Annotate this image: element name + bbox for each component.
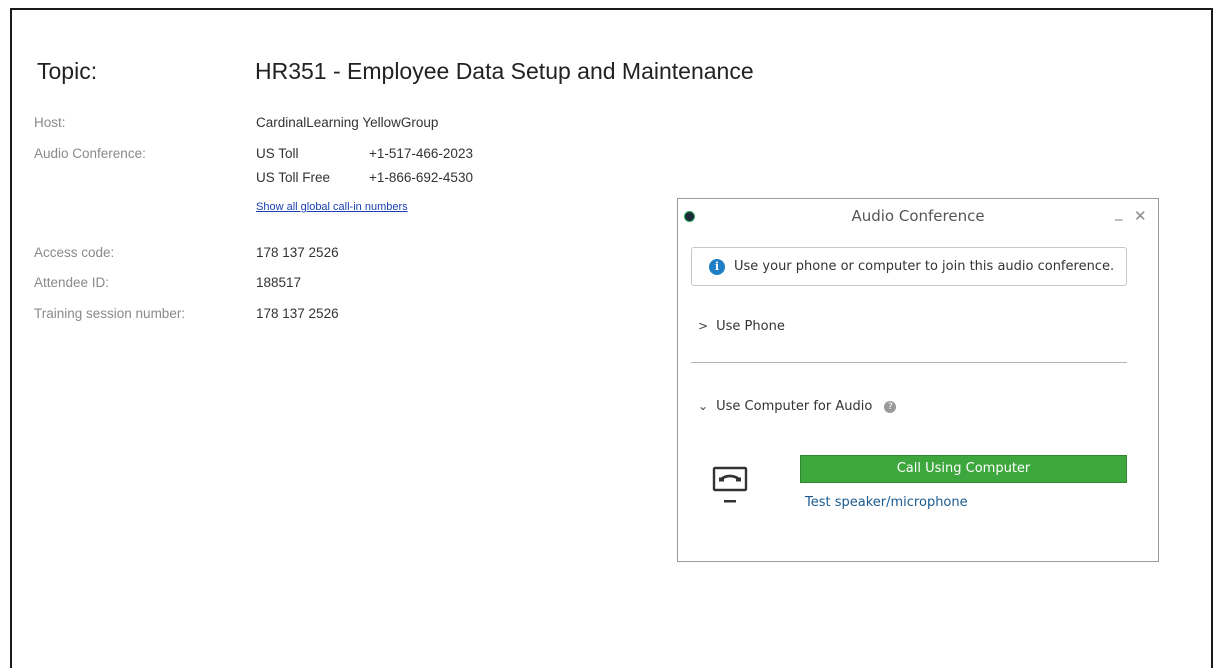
- info-icon: i: [709, 259, 725, 275]
- session-number-value: 178 137 2526: [256, 306, 339, 321]
- attendee-id-label: Attendee ID:: [34, 275, 110, 290]
- dialog-title: Audio Conference: [851, 207, 985, 225]
- call-using-computer-button[interactable]: Call Using Computer: [800, 455, 1127, 483]
- info-text: Use your phone or computer to join this …: [734, 259, 1115, 274]
- info-banner: i Use your phone or computer to join thi…: [691, 247, 1127, 286]
- topic-label: Topic:: [37, 58, 98, 84]
- dialog-titlebar[interactable]: Audio Conference _ ✕: [678, 199, 1158, 235]
- chevron-down-icon: ⌄: [698, 399, 709, 413]
- close-button[interactable]: ✕: [1134, 207, 1147, 225]
- computer-phone-icon: [712, 466, 748, 503]
- global-call-in-link[interactable]: Show all global call-in numbers: [256, 201, 408, 213]
- chevron-right-icon: >: [698, 319, 709, 333]
- use-phone-toggle[interactable]: > Use Phone: [698, 319, 785, 334]
- topic-title: HR351 - Employee Data Setup and Maintena…: [255, 58, 754, 84]
- us-toll-free-number: +1-866-692-4530: [369, 170, 473, 185]
- audio-conference-dialog: Audio Conference _ ✕ i Use your phone or…: [677, 198, 1159, 562]
- attendee-id-value: 188517: [256, 275, 302, 290]
- host-label: Host:: [34, 115, 66, 130]
- test-speaker-microphone-link[interactable]: Test speaker/microphone: [805, 495, 968, 510]
- us-toll-label: US Toll: [256, 146, 299, 161]
- us-toll-number: +1-517-466-2023: [369, 146, 473, 161]
- access-code-value: 178 137 2526: [256, 245, 339, 260]
- us-toll-free-label: US Toll Free: [256, 170, 331, 185]
- host-value: CardinalLearning YellowGroup: [256, 115, 439, 130]
- audio-conference-label: Audio Conference:: [34, 146, 146, 161]
- session-number-label: Training session number:: [34, 306, 186, 321]
- divider: [691, 362, 1127, 363]
- access-code-label: Access code:: [34, 245, 115, 260]
- use-computer-label: Use Computer for Audio: [716, 399, 873, 414]
- use-computer-toggle[interactable]: ⌄ Use Computer for Audio ?: [698, 399, 897, 414]
- minimize-button[interactable]: _: [1115, 203, 1123, 221]
- help-icon[interactable]: ?: [884, 400, 897, 413]
- use-phone-label: Use Phone: [716, 319, 785, 334]
